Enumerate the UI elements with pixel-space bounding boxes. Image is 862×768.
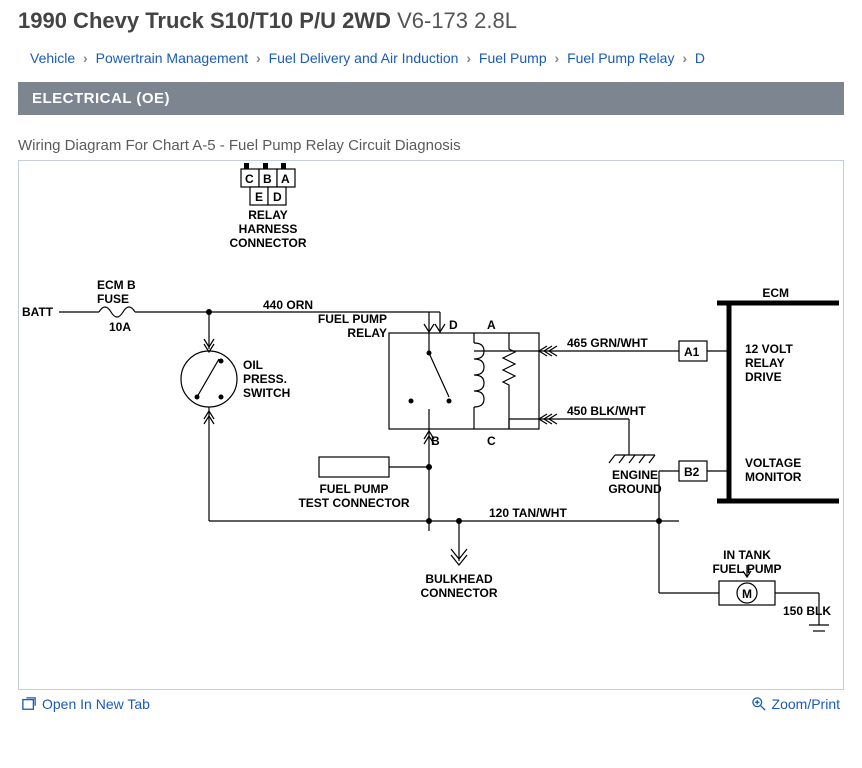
svg-text:C: C	[487, 434, 496, 448]
svg-text:BATT: BATT	[22, 305, 54, 319]
chevron-right-icon: ›	[79, 50, 92, 66]
wire-120-tanwht: 120 TAN/WHT B2	[429, 461, 729, 524]
svg-text:A1: A1	[684, 345, 700, 359]
svg-text:150 BLK: 150 BLK	[783, 604, 831, 618]
svg-text:C: C	[245, 172, 254, 186]
wiring-diagram-svg: C B A E D RELAY HARNESS CONNECTOR BATT E…	[19, 161, 845, 691]
svg-text:DRIVE: DRIVE	[745, 370, 782, 384]
svg-text:A: A	[487, 318, 496, 332]
svg-text:MONITOR: MONITOR	[745, 470, 802, 484]
svg-text:SWITCH: SWITCH	[243, 386, 290, 400]
chevron-right-icon: ›	[551, 50, 564, 66]
ecm-module: ECM 12 VOLT RELAY DRIVE VOLTAGE MONITOR	[717, 286, 839, 501]
svg-text:B: B	[263, 172, 272, 186]
zoom-print-text: Zoom/Print	[772, 696, 840, 712]
crumb-3[interactable]: Fuel Pump	[479, 50, 547, 66]
open-in-new-tab-link[interactable]: Open In New Tab	[22, 696, 150, 712]
svg-text:D: D	[449, 318, 458, 332]
section-header-electrical: ELECTRICAL (OE)	[18, 82, 844, 115]
chevron-right-icon: ›	[678, 50, 691, 66]
vehicle-title-bold: 1990 Chevy Truck S10/T10 P/U 2WD	[18, 8, 391, 33]
svg-text:FUEL PUMP: FUEL PUMP	[318, 312, 387, 326]
svg-text:465 GRN/WHT: 465 GRN/WHT	[567, 336, 648, 350]
vehicle-title-rest: V6-173 2.8L	[391, 8, 517, 33]
svg-text:ENGINE: ENGINE	[612, 468, 658, 482]
svg-text:RELAY: RELAY	[248, 208, 288, 222]
chevron-right-icon: ›	[252, 50, 265, 66]
relay-harness-connector: C B A E D RELAY HARNESS CONNECTOR	[229, 163, 306, 250]
svg-text:FUEL PUMP: FUEL PUMP	[319, 482, 388, 496]
crumb-1[interactable]: Powertrain Management	[96, 50, 249, 66]
crumb-5[interactable]: D	[695, 50, 705, 66]
wiring-diagram: C B A E D RELAY HARNESS CONNECTOR BATT E…	[18, 160, 844, 690]
vehicle-title: 1990 Chevy Truck S10/T10 P/U 2WD V6-173 …	[0, 0, 862, 44]
svg-text:RELAY: RELAY	[745, 356, 785, 370]
svg-text:OIL: OIL	[243, 358, 263, 372]
svg-text:VOLTAGE: VOLTAGE	[745, 456, 801, 470]
svg-text:E: E	[255, 190, 263, 204]
svg-text:B2: B2	[684, 465, 700, 479]
svg-text:ECM B: ECM B	[97, 278, 136, 292]
crumb-0[interactable]: Vehicle	[30, 50, 75, 66]
fuel-pump-relay: FUEL PUMP RELAY D A B C	[318, 312, 539, 448]
zoom-print-link[interactable]: Zoom/Print	[752, 696, 840, 712]
figure-title: Wiring Diagram For Chart A-5 - Fuel Pump…	[18, 137, 844, 154]
new-tab-icon	[22, 697, 36, 711]
svg-text:RELAY: RELAY	[347, 326, 387, 340]
svg-text:10A: 10A	[109, 320, 131, 334]
svg-text:A: A	[281, 172, 290, 186]
breadcrumb: Vehicle › Powertrain Management › Fuel D…	[0, 44, 862, 76]
svg-text:M: M	[742, 587, 752, 601]
svg-text:CONNECTOR: CONNECTOR	[229, 236, 306, 250]
svg-text:120 TAN/WHT: 120 TAN/WHT	[489, 506, 567, 520]
figure: Wiring Diagram For Chart A-5 - Fuel Pump…	[18, 137, 844, 716]
svg-text:HARNESS: HARNESS	[239, 222, 298, 236]
crumb-2[interactable]: Fuel Delivery and Air Induction	[269, 50, 459, 66]
in-tank-fuel-pump: IN TANK FUEL PUMP M 150 BLK	[659, 521, 831, 631]
batt-line: BATT ECM B FUSE 10A 440 ORN	[22, 278, 313, 352]
section-header-text: ELECTRICAL (OE)	[32, 90, 170, 107]
chevron-right-icon: ›	[462, 50, 475, 66]
svg-text:BULKHEAD: BULKHEAD	[425, 572, 493, 586]
svg-text:D: D	[273, 190, 282, 204]
bulkhead-connector: BULKHEAD CONNECTOR	[420, 518, 497, 600]
svg-text:CONNECTOR: CONNECTOR	[420, 586, 497, 600]
svg-text:ECM: ECM	[762, 286, 789, 300]
svg-text:PRESS.: PRESS.	[243, 372, 287, 386]
crumb-4[interactable]: Fuel Pump Relay	[567, 50, 674, 66]
svg-text:12 VOLT: 12 VOLT	[745, 342, 793, 356]
svg-text:440 ORN: 440 ORN	[263, 298, 313, 312]
open-in-new-tab-text: Open In New Tab	[42, 696, 150, 712]
svg-text:IN TANK: IN TANK	[723, 548, 771, 562]
fuel-pump-test-connector: FUEL PUMP TEST CONNECTOR	[298, 457, 429, 510]
svg-text:FUSE: FUSE	[97, 292, 129, 306]
diagram-footer: Open In New Tab Zoom/Print	[18, 690, 844, 716]
oil-pressure-switch: OIL PRESS. SWITCH	[181, 351, 290, 437]
wire-465-grnwht: 465 GRN/WHT A1	[539, 336, 729, 361]
svg-text:450 BLK/WHT: 450 BLK/WHT	[567, 404, 646, 418]
svg-text:TEST CONNECTOR: TEST CONNECTOR	[298, 496, 409, 510]
svg-text:GROUND: GROUND	[608, 482, 662, 496]
zoom-icon	[752, 697, 766, 711]
